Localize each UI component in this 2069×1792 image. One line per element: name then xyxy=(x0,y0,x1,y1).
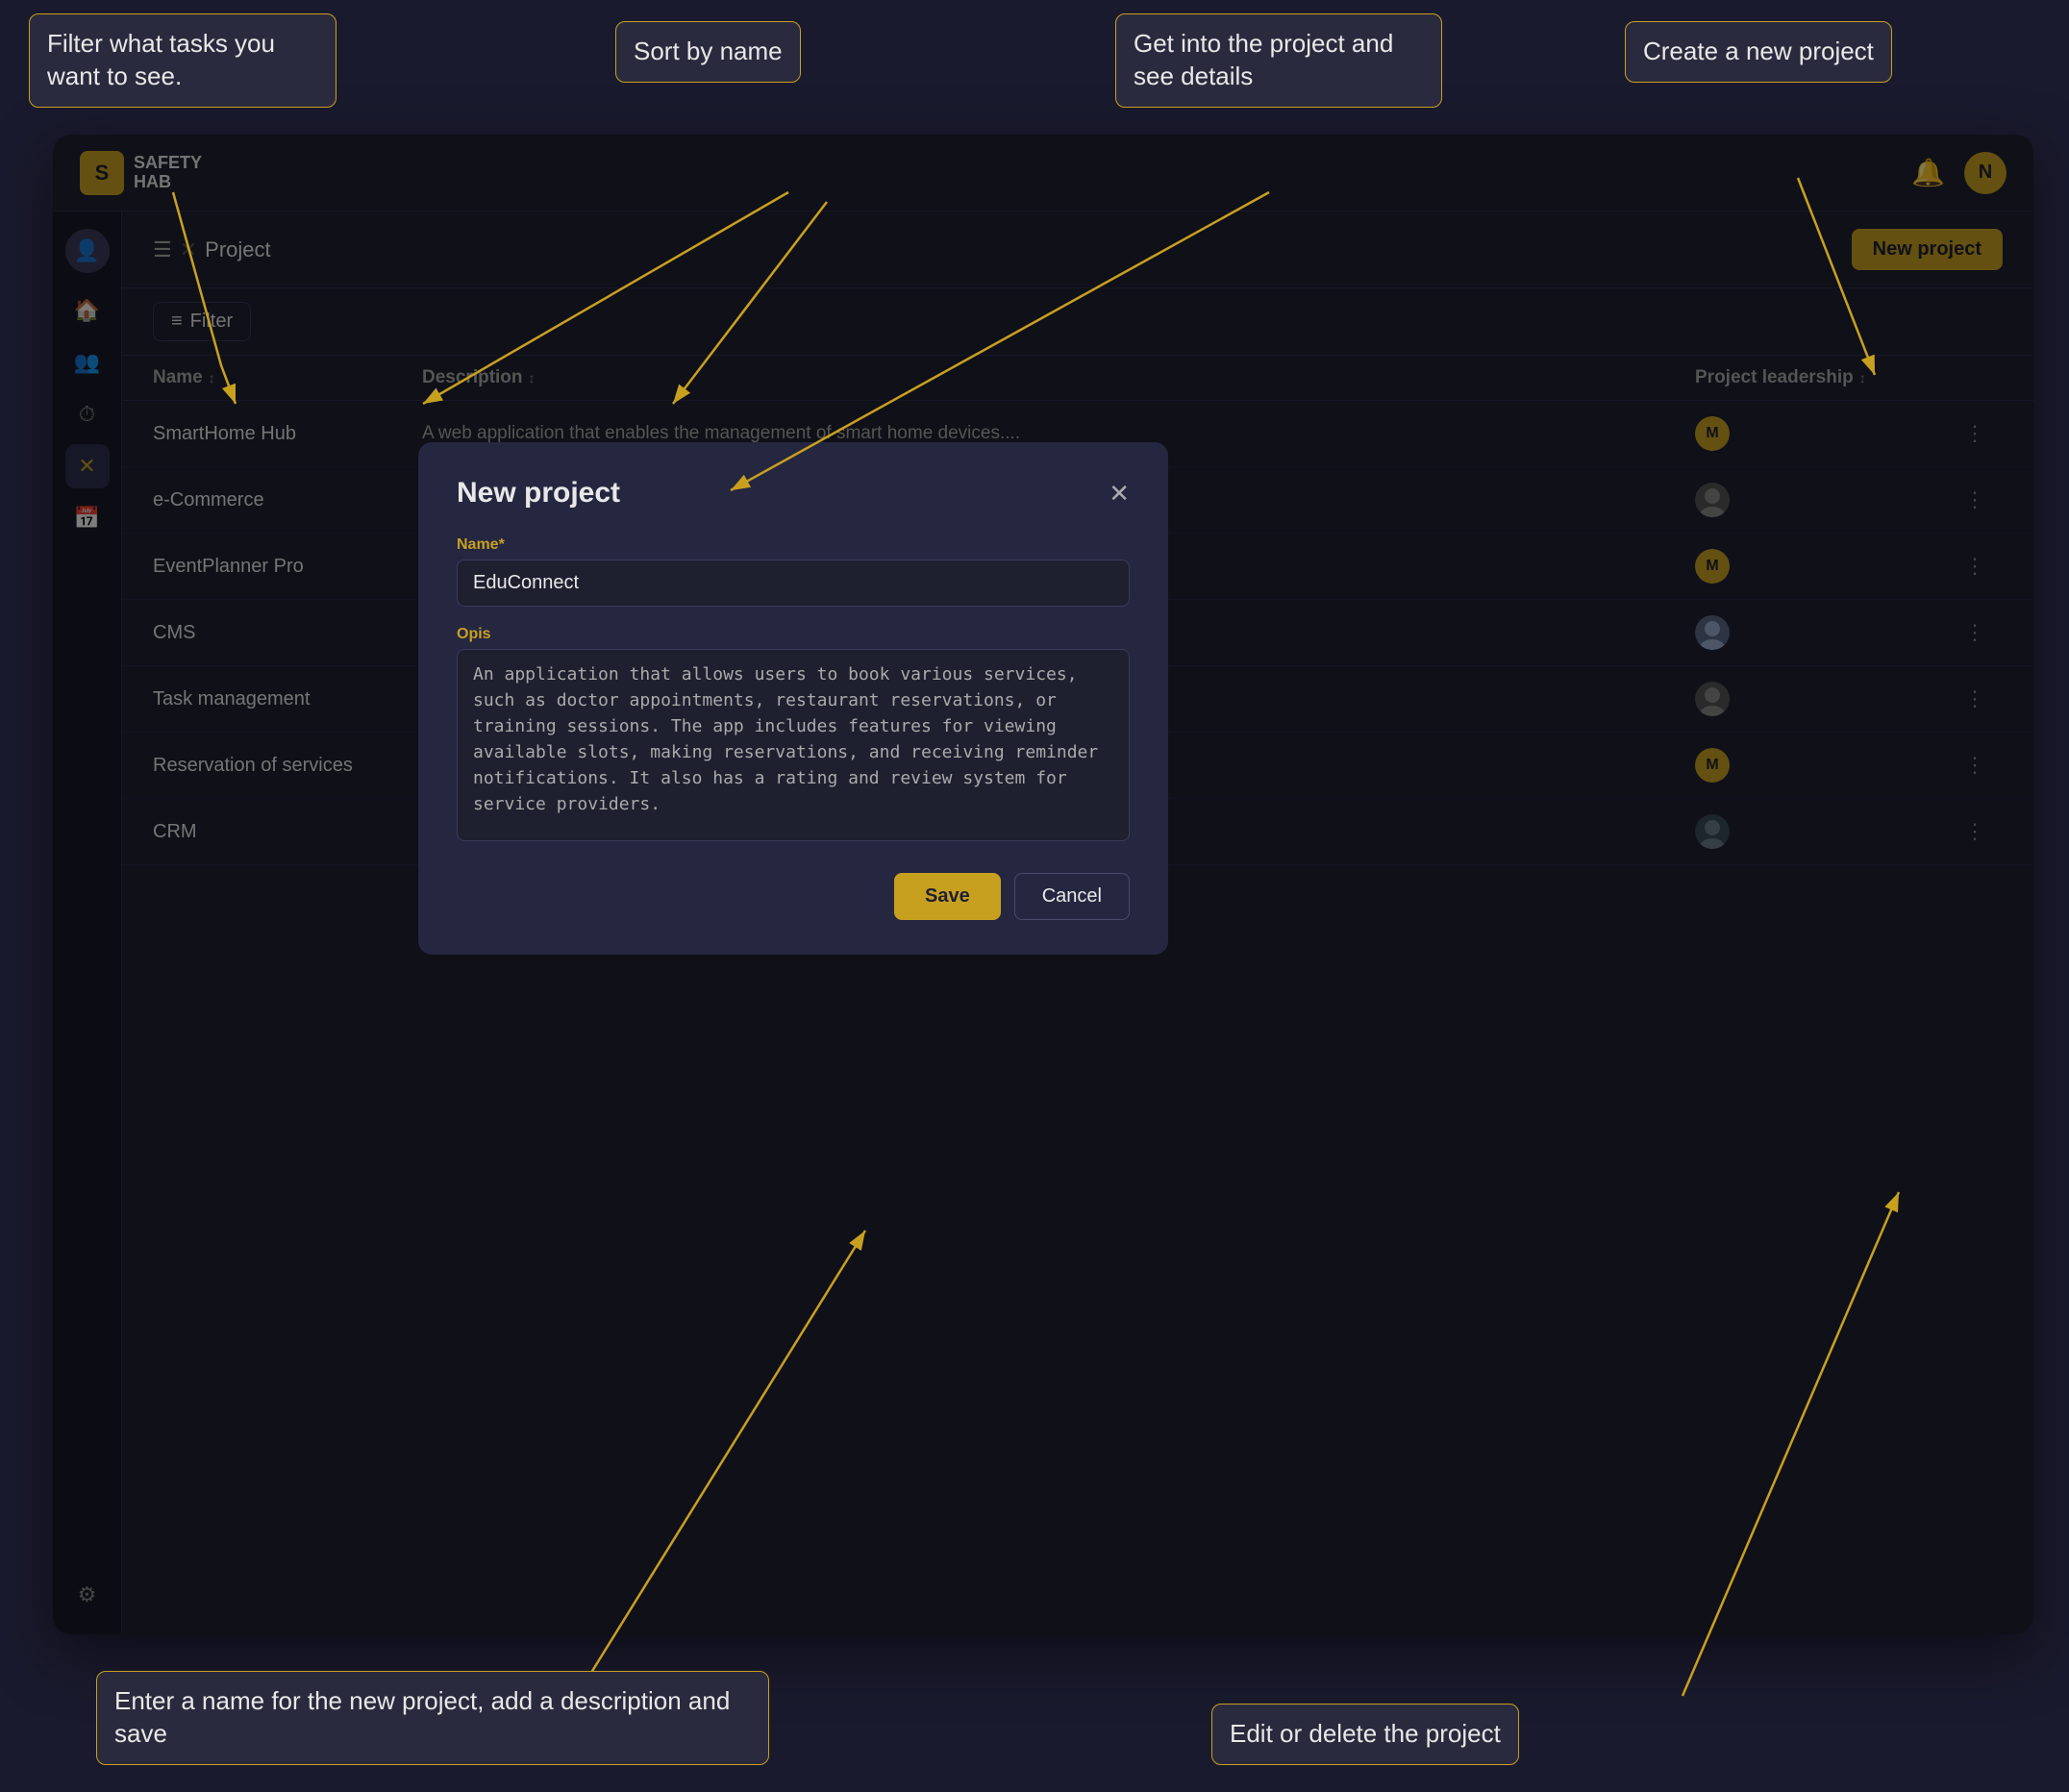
modal-save-button[interactable]: Save xyxy=(894,873,1001,920)
modal-actions: Save Cancel xyxy=(457,873,1130,920)
modal-close-button[interactable]: ✕ xyxy=(1109,479,1130,509)
modal-header: New project ✕ xyxy=(457,477,1130,510)
tooltip-get-into: Get into the project and see details xyxy=(1115,13,1442,108)
modal-desc-textarea[interactable]: An application that allows users to book… xyxy=(457,649,1130,841)
modal-desc-label: Opis xyxy=(457,626,1130,643)
tooltip-enter-name: Enter a name for the new project, add a … xyxy=(96,1671,769,1765)
new-project-modal: New project ✕ Name* Opis An application … xyxy=(418,442,1168,955)
modal-title: New project xyxy=(457,477,620,510)
modal-name-label: Name* xyxy=(457,536,1130,554)
tooltip-edit-delete: Edit or delete the project xyxy=(1211,1704,1519,1765)
modal-desc-field: Opis An application that allows users to… xyxy=(457,626,1130,846)
modal-cancel-button[interactable]: Cancel xyxy=(1014,873,1130,920)
tooltip-create: Create a new project xyxy=(1625,21,1892,83)
modal-name-input[interactable] xyxy=(457,560,1130,607)
tooltip-sort: Sort by name xyxy=(615,21,801,83)
app-window: S SAFETY HAB 🔔 N 👤 🏠 👥 ⏱ ✕ 📅 ⚙ xyxy=(53,135,2033,1634)
modal-name-field: Name* xyxy=(457,536,1130,607)
tooltip-filter: Filter what tasks you want to see. xyxy=(29,13,337,108)
